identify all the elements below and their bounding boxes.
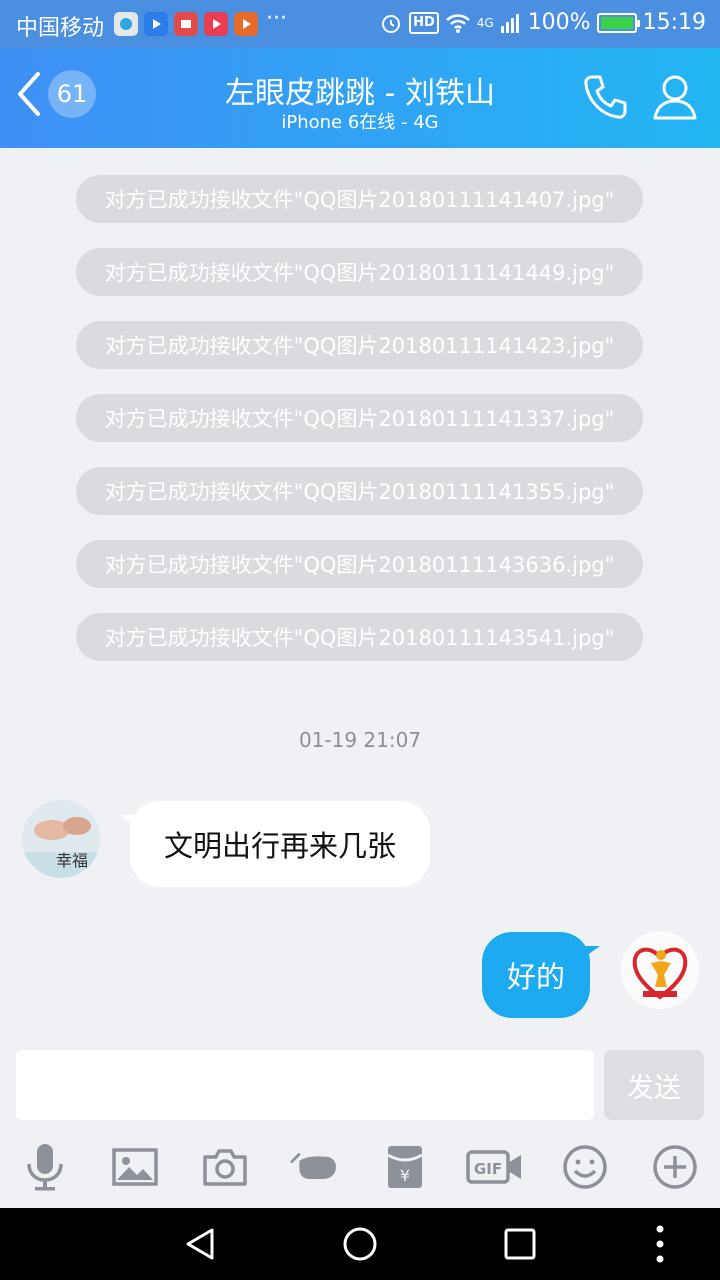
video-app-icon: [144, 12, 168, 36]
outgoing-message-bubble[interactable]: 好的: [482, 932, 600, 1018]
square-recents-icon: [504, 1228, 536, 1260]
system-message: 对方已成功接收文件"QQ图片20180111143636.jpg": [76, 540, 643, 588]
my-avatar[interactable]: [621, 931, 699, 1009]
poke-button[interactable]: [290, 1140, 340, 1194]
input-toolbar: ¥ GIF: [0, 1140, 720, 1198]
emoji-button[interactable]: [560, 1140, 610, 1194]
battery-percent: 100%: [527, 10, 591, 35]
system-message: 对方已成功接收文件"QQ图片20180111141407.jpg": [76, 175, 643, 223]
contact-avatar[interactable]: 幸福: [22, 800, 100, 878]
triangle-back-icon: [186, 1228, 214, 1260]
chat-header: 61 左眼皮跳跳 - 刘铁山 iPhone 6在线 - 4G: [0, 48, 720, 148]
camera-button[interactable]: [200, 1140, 250, 1194]
contact-avatar-image: 幸福: [22, 800, 100, 878]
svg-text:幸福: 幸福: [56, 851, 88, 870]
message-input[interactable]: [16, 1050, 594, 1120]
message-timestamp: 01-19 21:07: [298, 728, 422, 752]
wifi-icon: [445, 13, 470, 33]
system-message: 对方已成功接收文件"QQ图片20180111141337.jpg": [76, 394, 643, 442]
news-app-icon: [174, 12, 198, 36]
system-nav-bar: [0, 1208, 720, 1280]
heart-logo-icon: [621, 931, 699, 1009]
app-notification-icon: [114, 12, 138, 36]
voice-button[interactable]: [20, 1140, 70, 1194]
poke-icon: [290, 1153, 336, 1180]
nav-menu-button[interactable]: [640, 1224, 680, 1264]
vertical-dots-icon: [656, 1225, 664, 1263]
nav-back-button[interactable]: [180, 1224, 220, 1264]
emoji-icon: [563, 1145, 607, 1189]
circle-home-icon: [343, 1227, 377, 1261]
system-message: 对方已成功接收文件"QQ图片20180111141449.jpg": [76, 248, 643, 296]
gif-icon: GIF: [466, 1150, 521, 1184]
more-notifications: ···: [266, 6, 287, 31]
user-icon: [653, 75, 697, 120]
status-bar: 中国移动 ··· HD 4G 100% 15:19: [0, 0, 720, 48]
send-button[interactable]: 发送: [604, 1050, 704, 1120]
message-list[interactable]: 对方已成功接收文件"QQ图片20180111141407.jpg" 对方已成功接…: [0, 148, 720, 1048]
system-message: 对方已成功接收文件"QQ图片20180111143541.jpg": [76, 613, 643, 661]
media-app-icon: [234, 12, 258, 36]
hd-badge: HD: [409, 11, 439, 34]
more-button[interactable]: [650, 1140, 700, 1194]
gif-button[interactable]: GIF: [466, 1140, 524, 1194]
system-message: 对方已成功接收文件"QQ图片20180111141355.jpg": [76, 467, 643, 515]
gif-label: GIF: [474, 1160, 502, 1178]
phone-icon: [584, 75, 627, 119]
player-app-icon: [204, 12, 228, 36]
call-button[interactable]: [580, 72, 630, 126]
network-type: 4G: [476, 15, 494, 30]
battery-icon: [596, 12, 640, 33]
image-button[interactable]: [110, 1140, 160, 1194]
image-icon: [112, 1148, 158, 1186]
svg-text:¥: ¥: [400, 1166, 410, 1185]
status-right: HD 4G 100% 15:19: [379, 10, 706, 35]
red-packet-icon: ¥: [387, 1146, 423, 1188]
alarm-icon: [382, 14, 401, 33]
carrier-label: 中国移动: [16, 16, 105, 41]
signal-icon: [500, 13, 519, 33]
nav-recents-button[interactable]: [500, 1224, 540, 1264]
microphone-icon: [27, 1144, 63, 1191]
plus-icon: [653, 1145, 697, 1189]
incoming-message-bubble[interactable]: 文明出行再来几张: [120, 801, 430, 887]
nav-home-button[interactable]: [340, 1224, 380, 1264]
camera-icon: [203, 1149, 247, 1186]
profile-button[interactable]: [650, 72, 700, 126]
input-area: 发送 ¥ GIF: [0, 1040, 720, 1208]
red-packet-button[interactable]: ¥: [380, 1140, 430, 1194]
notification-icons: [114, 12, 258, 36]
clock: 15:19: [642, 10, 706, 35]
system-message: 对方已成功接收文件"QQ图片20180111141423.jpg": [76, 321, 643, 369]
